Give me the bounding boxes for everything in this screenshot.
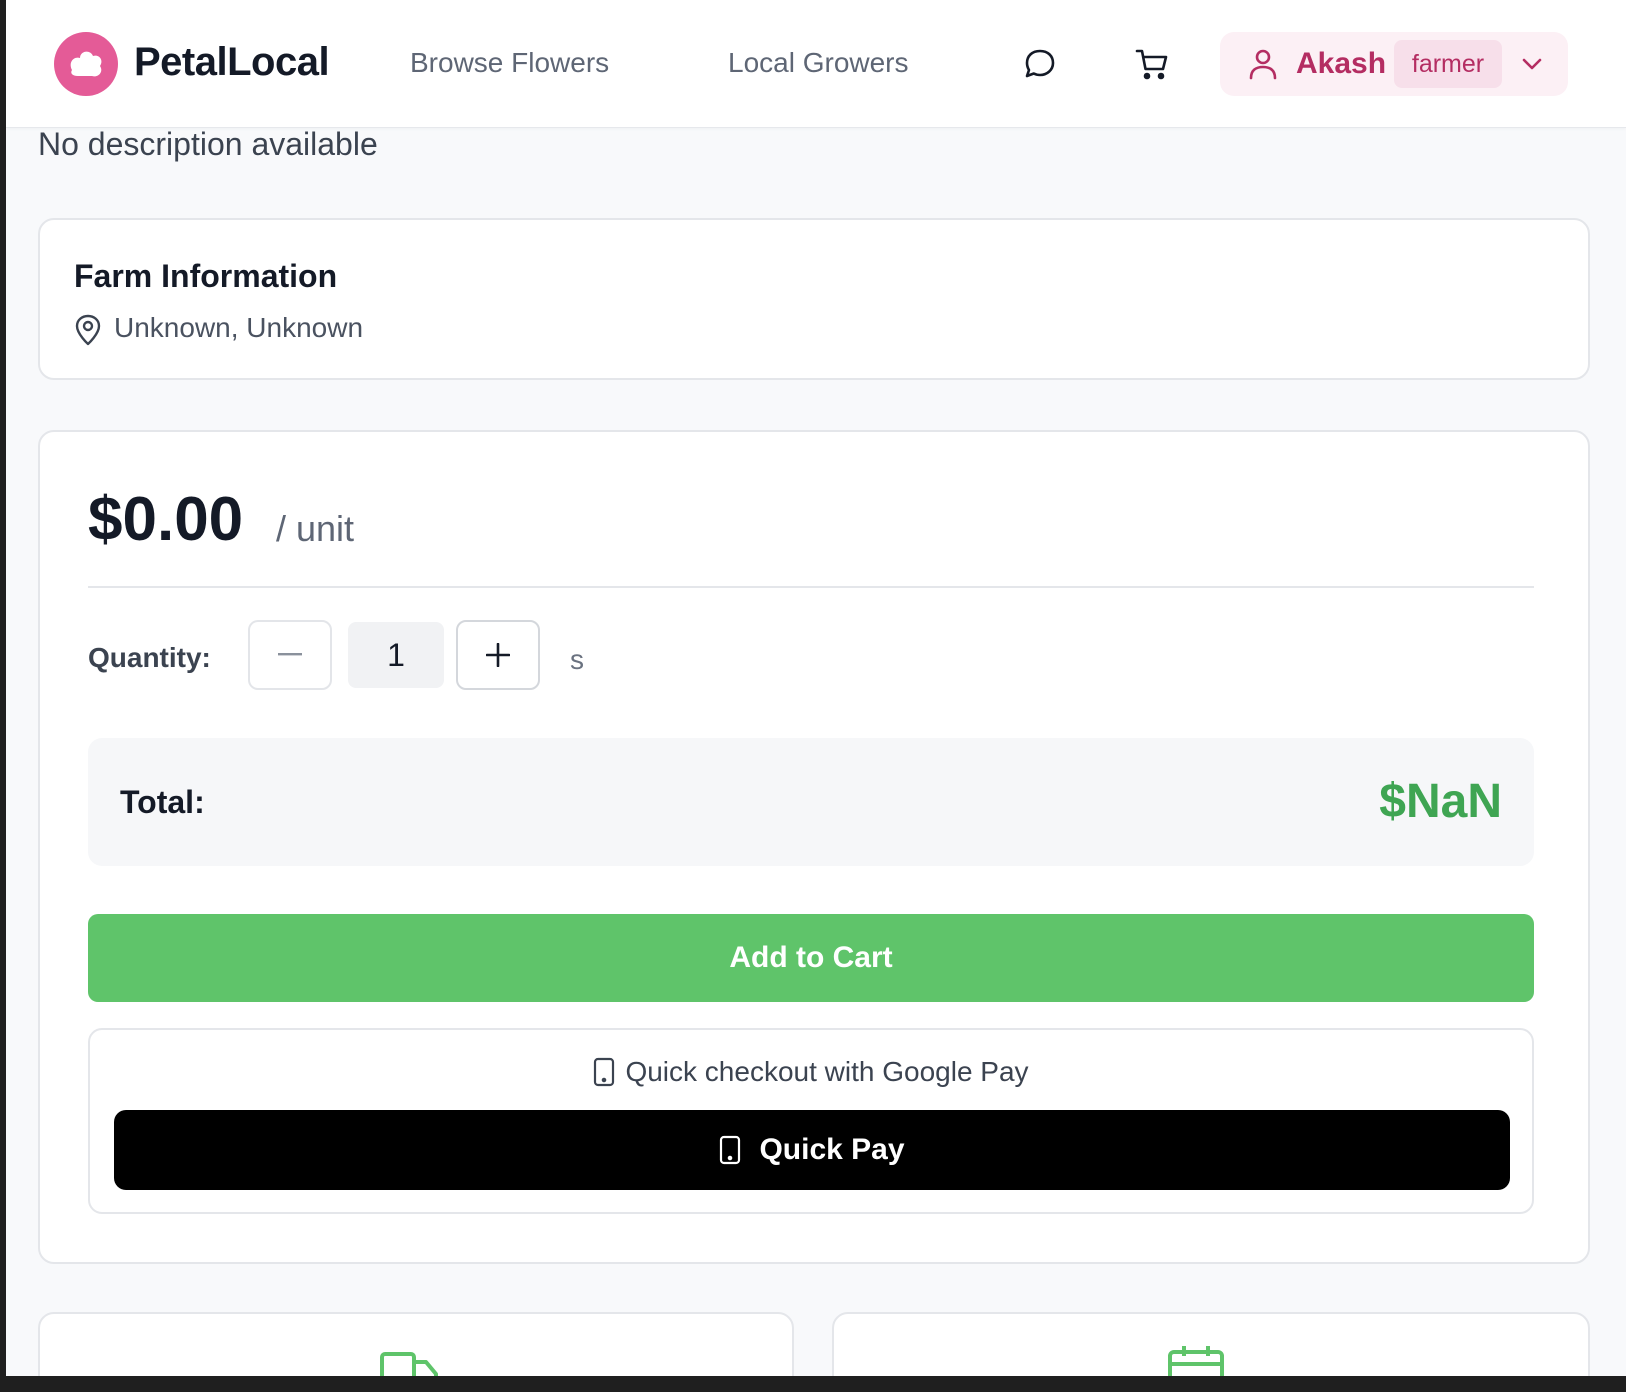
quantity-increase-button[interactable] (456, 620, 540, 690)
user-name: Akash (1296, 47, 1387, 80)
price-unit: / unit (276, 508, 355, 549)
total-value: $NaN (1379, 775, 1502, 828)
gpay-note-text: Quick checkout with Google Pay (625, 1056, 1029, 1087)
nav-browse-flowers[interactable]: Browse Flowers (410, 47, 609, 79)
quick-pay-label: Quick Pay (759, 1133, 905, 1166)
role-badge: farmer (1394, 40, 1502, 88)
farm-info-card: Farm Information Unknown, Unknown (38, 218, 1590, 380)
map-pin-icon (74, 314, 102, 351)
total-summary: Total: $NaN (88, 738, 1534, 866)
quantity-label: Quantity: (88, 642, 211, 673)
schedule-info-card (832, 1312, 1590, 1376)
add-to-cart-button[interactable]: Add to Cart (88, 914, 1534, 1002)
chat-bubble-icon[interactable] (1022, 46, 1058, 82)
farm-location: Unknown, Unknown (114, 312, 364, 343)
smartphone-icon (720, 1135, 741, 1165)
user-icon (1248, 48, 1278, 85)
calendar-icon (1168, 1344, 1224, 1376)
smartphone-icon (594, 1057, 615, 1087)
quantity-unit: s (570, 644, 584, 675)
page-viewport: PetalLocal Browse Flowers Local Growers (6, 0, 1626, 1376)
chevron-down-icon[interactable] (1520, 52, 1544, 81)
petal-logo-icon[interactable] (54, 32, 118, 96)
brand-name[interactable]: PetalLocal (134, 40, 330, 85)
nav-local-growers[interactable]: Local Growers (728, 47, 909, 79)
gpay-note: Quick checkout with Google Pay (90, 1056, 1532, 1088)
top-navbar: PetalLocal Browse Flowers Local Growers (6, 0, 1626, 128)
delivery-info-card (38, 1312, 794, 1376)
truck-icon (380, 1350, 438, 1376)
total-label: Total: (120, 784, 205, 820)
divider (88, 586, 1534, 588)
product-description: No description available (38, 126, 378, 162)
quantity-decrease-button[interactable] (248, 620, 332, 690)
user-menu[interactable]: Akash farmer (1220, 32, 1568, 96)
quantity-input[interactable] (348, 622, 444, 688)
window-bottom-edge (0, 1376, 1626, 1392)
shopping-cart-icon[interactable] (1134, 46, 1170, 82)
purchase-card: $0.00 / unit Quantity: s Total: $NaN Add… (38, 430, 1590, 1264)
google-pay-section: Quick checkout with Google Pay Quick Pay (88, 1028, 1534, 1214)
quick-pay-button[interactable]: Quick Pay (114, 1110, 1510, 1190)
farm-info-title: Farm Information (74, 258, 338, 294)
unit-price: $0.00 (88, 485, 244, 554)
